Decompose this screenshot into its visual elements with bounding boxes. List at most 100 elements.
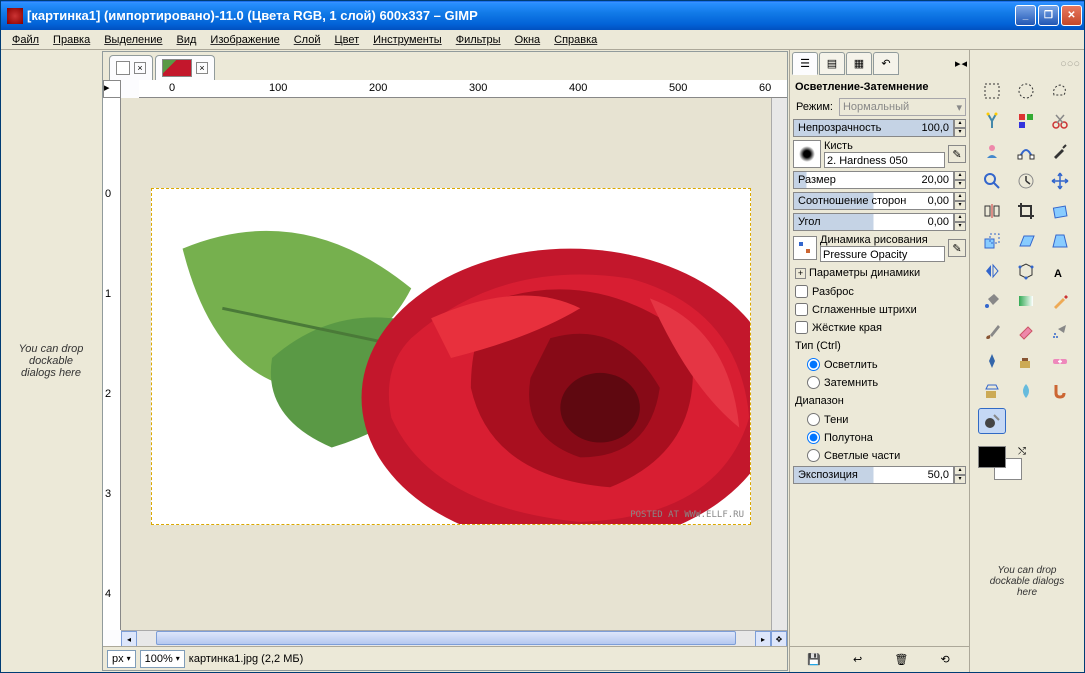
hard-edge-checkbox[interactable]: Жёсткие края — [793, 320, 966, 335]
aspect-slider[interactable]: Соотношение сторон0,00 — [793, 192, 954, 210]
angle-spin[interactable]: ▴▾ — [954, 213, 966, 231]
color-select-tool[interactable] — [1012, 108, 1040, 134]
opacity-spin[interactable]: ▴▾ — [954, 119, 966, 137]
restore-options-icon[interactable]: ↩ — [849, 651, 867, 669]
flip-tool[interactable] — [978, 258, 1006, 284]
dodge-burn-tool[interactable] — [978, 408, 1006, 434]
shear-tool[interactable] — [1012, 228, 1040, 254]
left-drop-zone[interactable]: You can drop dockable dialogs here — [1, 50, 101, 672]
free-select-tool[interactable] — [1046, 78, 1074, 104]
tab-layers[interactable]: ▤ — [819, 52, 845, 75]
menu-tools[interactable]: Инструменты — [366, 32, 449, 48]
perspective-clone-tool[interactable] — [978, 378, 1006, 404]
fuzzy-select-tool[interactable] — [978, 108, 1006, 134]
tab-картинка1[interactable]: × — [155, 55, 215, 80]
scale-tool[interactable] — [978, 228, 1006, 254]
zoom-select[interactable]: 100%▾ — [140, 650, 185, 668]
brush-edit-button[interactable]: ✎ — [948, 145, 966, 163]
menu-help[interactable]: Справка — [547, 32, 604, 48]
scatter-checkbox[interactable]: Разброс — [793, 284, 966, 299]
blur-tool[interactable] — [1012, 378, 1040, 404]
close-icon[interactable]: × — [196, 62, 208, 74]
menu-view[interactable]: Вид — [170, 32, 204, 48]
menu-image[interactable]: Изображение — [203, 32, 286, 48]
aspect-spin[interactable]: ▴▾ — [954, 192, 966, 210]
tab-tool-options[interactable]: ☰ — [792, 52, 818, 75]
ink-tool[interactable] — [978, 348, 1006, 374]
unit-select[interactable]: px▾ — [107, 650, 136, 668]
angle-slider[interactable]: Угол0,00 — [793, 213, 954, 231]
move-tool[interactable] — [1046, 168, 1074, 194]
smudge-tool[interactable] — [1046, 378, 1074, 404]
perspective-tool[interactable] — [1046, 228, 1074, 254]
scissors-tool[interactable] — [1046, 108, 1074, 134]
tab-untitled[interactable]: × — [109, 55, 153, 80]
nav-button[interactable]: ✥ — [771, 631, 787, 647]
scrollbar-horizontal[interactable]: ◂ ▸ ✥ — [121, 630, 787, 646]
exposure-spin[interactable]: ▴▾ — [954, 466, 966, 484]
bucket-fill-tool[interactable] — [978, 288, 1006, 314]
menu-edit[interactable]: Правка — [46, 32, 97, 48]
menu-file[interactable]: Файл — [5, 32, 46, 48]
foreground-select-tool[interactable] — [978, 138, 1006, 164]
canvas-viewport[interactable]: POSTED AT WWW.ELLF.RU — [121, 98, 771, 630]
toolbox-drop-zone[interactable]: You can drop dockable dialogs here — [974, 494, 1080, 668]
type-dodge-radio[interactable]: Осветлить — [793, 357, 966, 372]
dynamics-preview[interactable] — [793, 236, 817, 260]
size-slider[interactable]: Размер20,00 — [793, 171, 954, 189]
paths-tool[interactable] — [1012, 138, 1040, 164]
clone-tool[interactable] — [1012, 348, 1040, 374]
scroll-left-button[interactable]: ◂ — [121, 631, 137, 647]
dynamics-edit-button[interactable]: ✎ — [948, 239, 966, 257]
swap-colors-icon[interactable]: ⤭ — [1018, 446, 1026, 457]
ruler-vertical[interactable]: 0 1 2 3 4 — [103, 98, 121, 630]
measure-tool[interactable] — [1012, 168, 1040, 194]
save-options-icon[interactable]: 💾 — [805, 651, 823, 669]
eraser-tool[interactable] — [1012, 318, 1040, 344]
menu-layer[interactable]: Слой — [287, 32, 328, 48]
delete-options-icon[interactable]: 🗑 — [892, 651, 910, 669]
dynamics-input[interactable]: Pressure Opacity — [820, 246, 945, 262]
menu-filters[interactable]: Фильтры — [449, 32, 508, 48]
menu-colors[interactable]: Цвет — [327, 32, 366, 48]
brush-preview[interactable] — [793, 140, 821, 168]
minimize-button[interactable]: _ — [1015, 5, 1036, 26]
cage-tool[interactable] — [1012, 258, 1040, 284]
scroll-right-button[interactable]: ▸ — [755, 631, 771, 647]
rect-select-tool[interactable] — [978, 78, 1006, 104]
scrollbar-vertical[interactable] — [771, 98, 787, 630]
dock-menu-arrow[interactable]: ▸ — [955, 57, 961, 70]
zoom-tool[interactable] — [978, 168, 1006, 194]
image-canvas[interactable]: POSTED AT WWW.ELLF.RU — [151, 188, 751, 525]
text-tool[interactable]: A — [1046, 258, 1074, 284]
maximize-button[interactable]: ❐ — [1038, 5, 1059, 26]
ellipse-select-tool[interactable] — [1012, 78, 1040, 104]
tab-undo[interactable]: ↶ — [873, 52, 899, 75]
airbrush-tool[interactable] — [1046, 318, 1074, 344]
foreground-color[interactable] — [978, 446, 1006, 468]
color-swatch[interactable]: ⤭ — [978, 446, 1028, 486]
menu-windows[interactable]: Окна — [508, 32, 548, 48]
crop-tool[interactable] — [1012, 198, 1040, 224]
reset-options-icon[interactable]: ⟲ — [936, 651, 954, 669]
smooth-checkbox[interactable]: Сглаженные штрихи — [793, 302, 966, 317]
opacity-slider[interactable]: Непрозрачность100,0 — [793, 119, 954, 137]
rotate-tool[interactable] — [1046, 198, 1074, 224]
ruler-horizontal[interactable]: 0 100 200 300 400 500 60 — [139, 80, 787, 98]
menu-select[interactable]: Выделение — [97, 32, 169, 48]
type-burn-radio[interactable]: Затемнить — [793, 375, 966, 390]
blend-tool[interactable] — [1012, 288, 1040, 314]
range-shadows-radio[interactable]: Тени — [793, 412, 966, 427]
dock-menu-button[interactable]: ◂ — [961, 57, 967, 70]
brush-name-input[interactable]: 2. Hardness 050 — [824, 152, 945, 168]
align-tool[interactable] — [978, 198, 1006, 224]
dynamics-params-expander[interactable]: +Параметры динамики — [793, 265, 966, 281]
color-picker-tool[interactable] — [1046, 138, 1074, 164]
ruler-corner[interactable]: ▸ — [103, 80, 121, 98]
close-icon[interactable]: × — [134, 62, 146, 74]
mode-select[interactable]: Нормальный▾ — [839, 98, 966, 116]
heal-tool[interactable] — [1046, 348, 1074, 374]
tab-channels[interactable]: ▦ — [846, 52, 872, 75]
exposure-slider[interactable]: Экспозиция50,0 — [793, 466, 954, 484]
pencil-tool[interactable] — [1046, 288, 1074, 314]
